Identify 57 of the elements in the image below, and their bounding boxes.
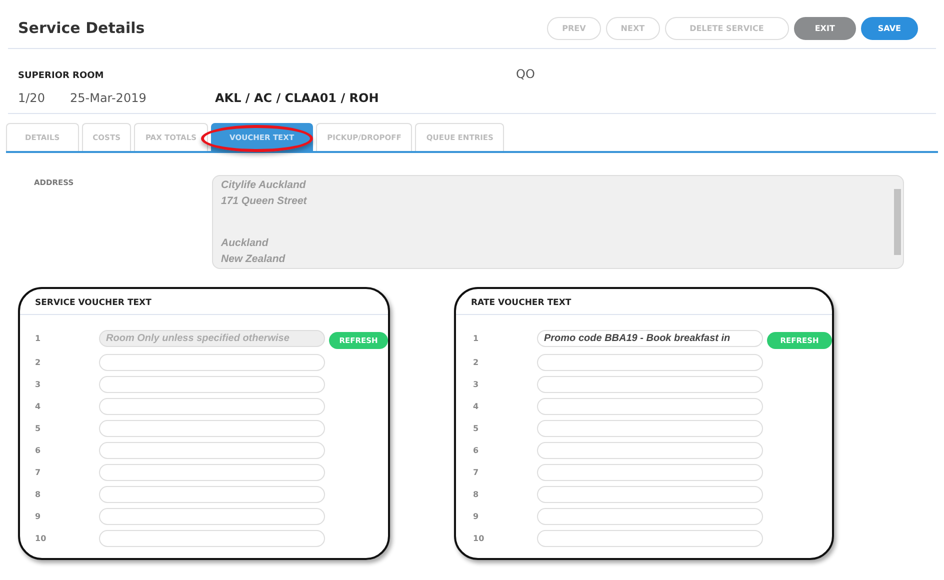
toolbar-button[interactable]: NEXT [606, 16, 660, 40]
line-number: 2 [35, 358, 42, 367]
address-line: Citylife Auckland [221, 178, 307, 193]
line-number: 6 [35, 446, 42, 455]
line-number: 2 [473, 358, 480, 367]
voucher-line-field[interactable] [537, 354, 763, 371]
line-number: 3 [35, 380, 42, 389]
service-name: SUPERIOR ROOM [18, 71, 105, 81]
voucher-line-field[interactable] [537, 420, 763, 437]
panel-title: SERVICE VOUCHER TEXT [20, 289, 388, 315]
voucher-line-field[interactable] [99, 354, 325, 371]
voucher-line-field[interactable] [99, 464, 325, 481]
line-number: 5 [35, 424, 42, 433]
sequence-text: 1/20 [18, 91, 46, 105]
toolbar-button[interactable]: PREV [547, 16, 601, 40]
line-number: 1 [473, 334, 480, 343]
line-number: 8 [35, 490, 42, 499]
line-number: 3 [473, 380, 480, 389]
voucher-line-field[interactable] [537, 442, 763, 459]
voucher-line-field[interactable] [537, 464, 763, 481]
voucher-line-field[interactable] [99, 398, 325, 415]
line-number: 10 [473, 534, 486, 543]
voucher-line-field[interactable] [99, 442, 325, 459]
service-date: 25-Mar-2019 [70, 91, 148, 105]
voucher-line-field[interactable]: Promo code BBA19 - Book breakfast in [537, 330, 763, 347]
line-number: 1 [35, 334, 42, 343]
voucher-line-field[interactable] [537, 508, 763, 525]
panel-title: RATE VOUCHER TEXT [456, 289, 832, 315]
route-text: AKL / AC / CLAA01 / ROH [215, 91, 379, 105]
voucher-line-field[interactable] [99, 376, 325, 393]
voucher-line-field[interactable] [537, 530, 763, 547]
line-number: 10 [35, 534, 48, 543]
voucher-line-field[interactable] [99, 508, 325, 525]
address-line: 171 Queen Street [221, 194, 308, 209]
voucher-line-field[interactable] [537, 398, 763, 415]
line-number: 6 [473, 446, 480, 455]
line-number: 9 [35, 512, 42, 521]
service-code: QO [516, 67, 535, 81]
voucher-line-field[interactable] [99, 420, 325, 437]
page-title: Service Details [18, 19, 145, 37]
voucher-line-field[interactable] [537, 486, 763, 503]
voucher-line-field[interactable] [99, 486, 325, 503]
voucher-line-field[interactable] [99, 530, 325, 547]
line-number: 8 [473, 490, 480, 499]
voucher-line-field[interactable] [537, 376, 763, 393]
line-number: 4 [35, 402, 42, 411]
address-field[interactable]: Citylife Auckland 171 Queen Street Auckland New Zealand [212, 175, 904, 269]
address-line: Auckland [221, 236, 270, 251]
line-number: 7 [35, 468, 42, 477]
exit-button[interactable]: EXIT [794, 16, 856, 40]
toolbar-button[interactable]: DELETE SERVICE [664, 16, 789, 40]
address-line: New Zealand [221, 252, 286, 267]
line-number: 9 [473, 512, 480, 521]
line-number: 7 [473, 468, 480, 477]
save-button[interactable]: SAVE [860, 16, 918, 40]
line-number: 4 [473, 402, 480, 411]
line-number: 5 [473, 424, 480, 433]
